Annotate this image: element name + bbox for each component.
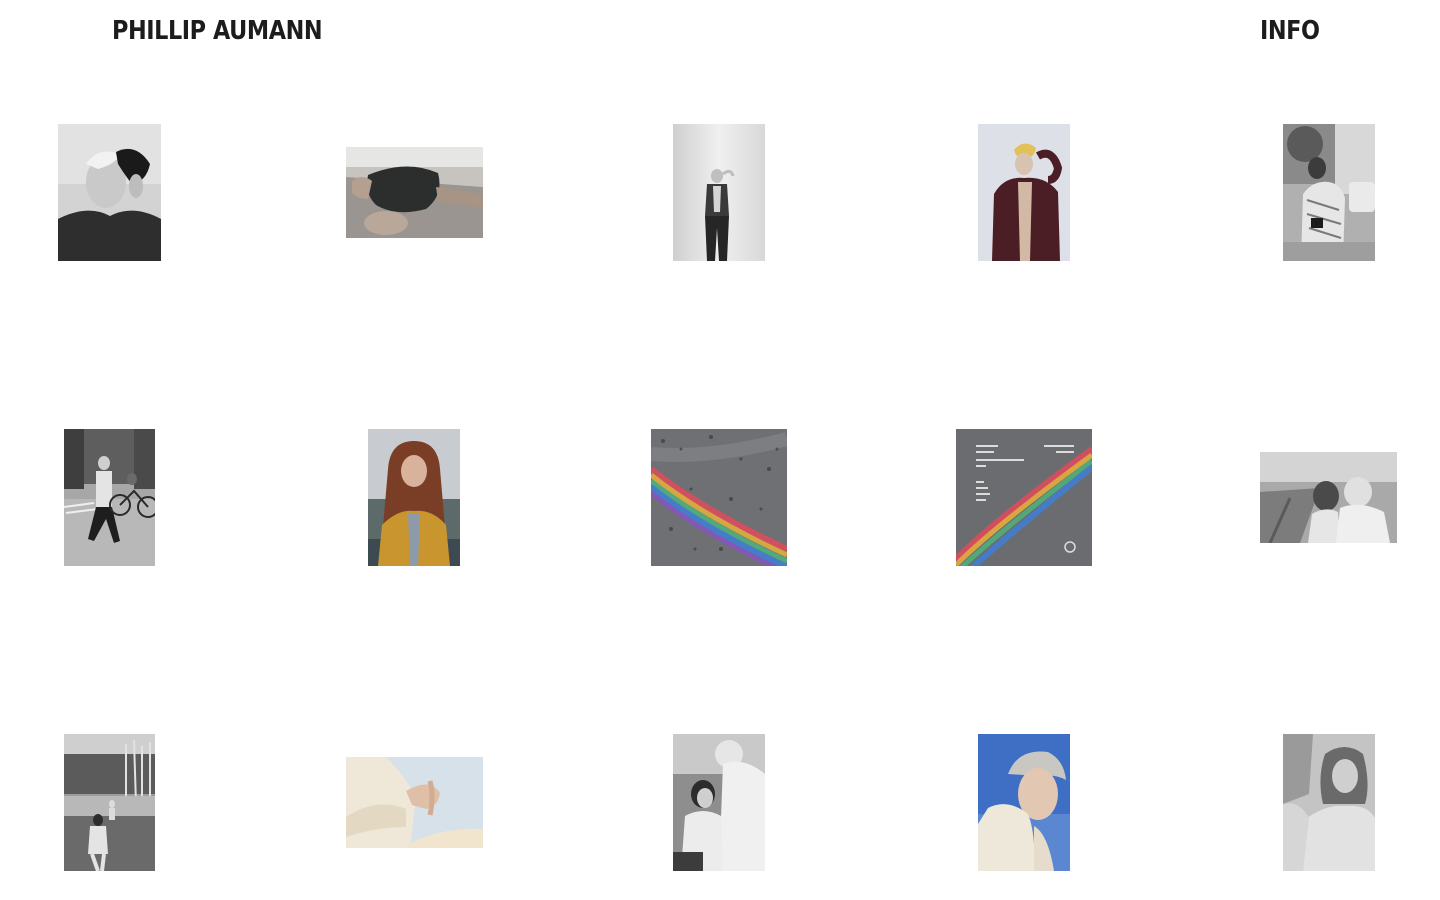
photo-image: [1283, 124, 1375, 261]
photo-image: [673, 734, 765, 871]
photo-image: [368, 429, 460, 566]
photo-image: [651, 429, 787, 566]
gallery-photo-hands-fabric[interactable]: [346, 147, 483, 238]
photo-image: [1260, 452, 1397, 543]
photo-image: [978, 124, 1070, 261]
photo-image: [673, 124, 765, 261]
gallery-photo-walking-street[interactable]: [64, 429, 155, 566]
photo-image: [58, 124, 161, 261]
gallery-photo-young-woman[interactable]: [1283, 734, 1375, 871]
photo-image: [956, 429, 1092, 566]
gallery-photo-oil-rainbow[interactable]: [651, 429, 787, 566]
gallery-photo-two-sitting[interactable]: [673, 734, 765, 871]
photo-image: [64, 734, 155, 871]
gallery-photo-yellow-jacket[interactable]: [368, 429, 460, 566]
photo-image: [346, 147, 483, 238]
gallery-photo-hand-sleeve-sky[interactable]: [346, 757, 483, 848]
photo-image: [1283, 734, 1375, 871]
photo-image: [978, 734, 1070, 871]
gallery-photo-burgundy-jacket[interactable]: [978, 124, 1070, 261]
photo-image: [64, 429, 155, 566]
photo-image: [346, 757, 483, 848]
gallery-photo-lake-birches[interactable]: [64, 734, 155, 871]
gallery-photo-studio-figure[interactable]: [673, 124, 765, 261]
photo-gallery: [0, 0, 1440, 900]
gallery-photo-street-camera[interactable]: [1283, 124, 1375, 261]
gallery-photo-bw-portrait[interactable]: [58, 124, 161, 261]
gallery-photo-embrace-field[interactable]: [1260, 452, 1397, 543]
gallery-photo-blue-sky-turtleneck[interactable]: [978, 734, 1070, 871]
gallery-photo-album-cover[interactable]: [956, 429, 1092, 566]
